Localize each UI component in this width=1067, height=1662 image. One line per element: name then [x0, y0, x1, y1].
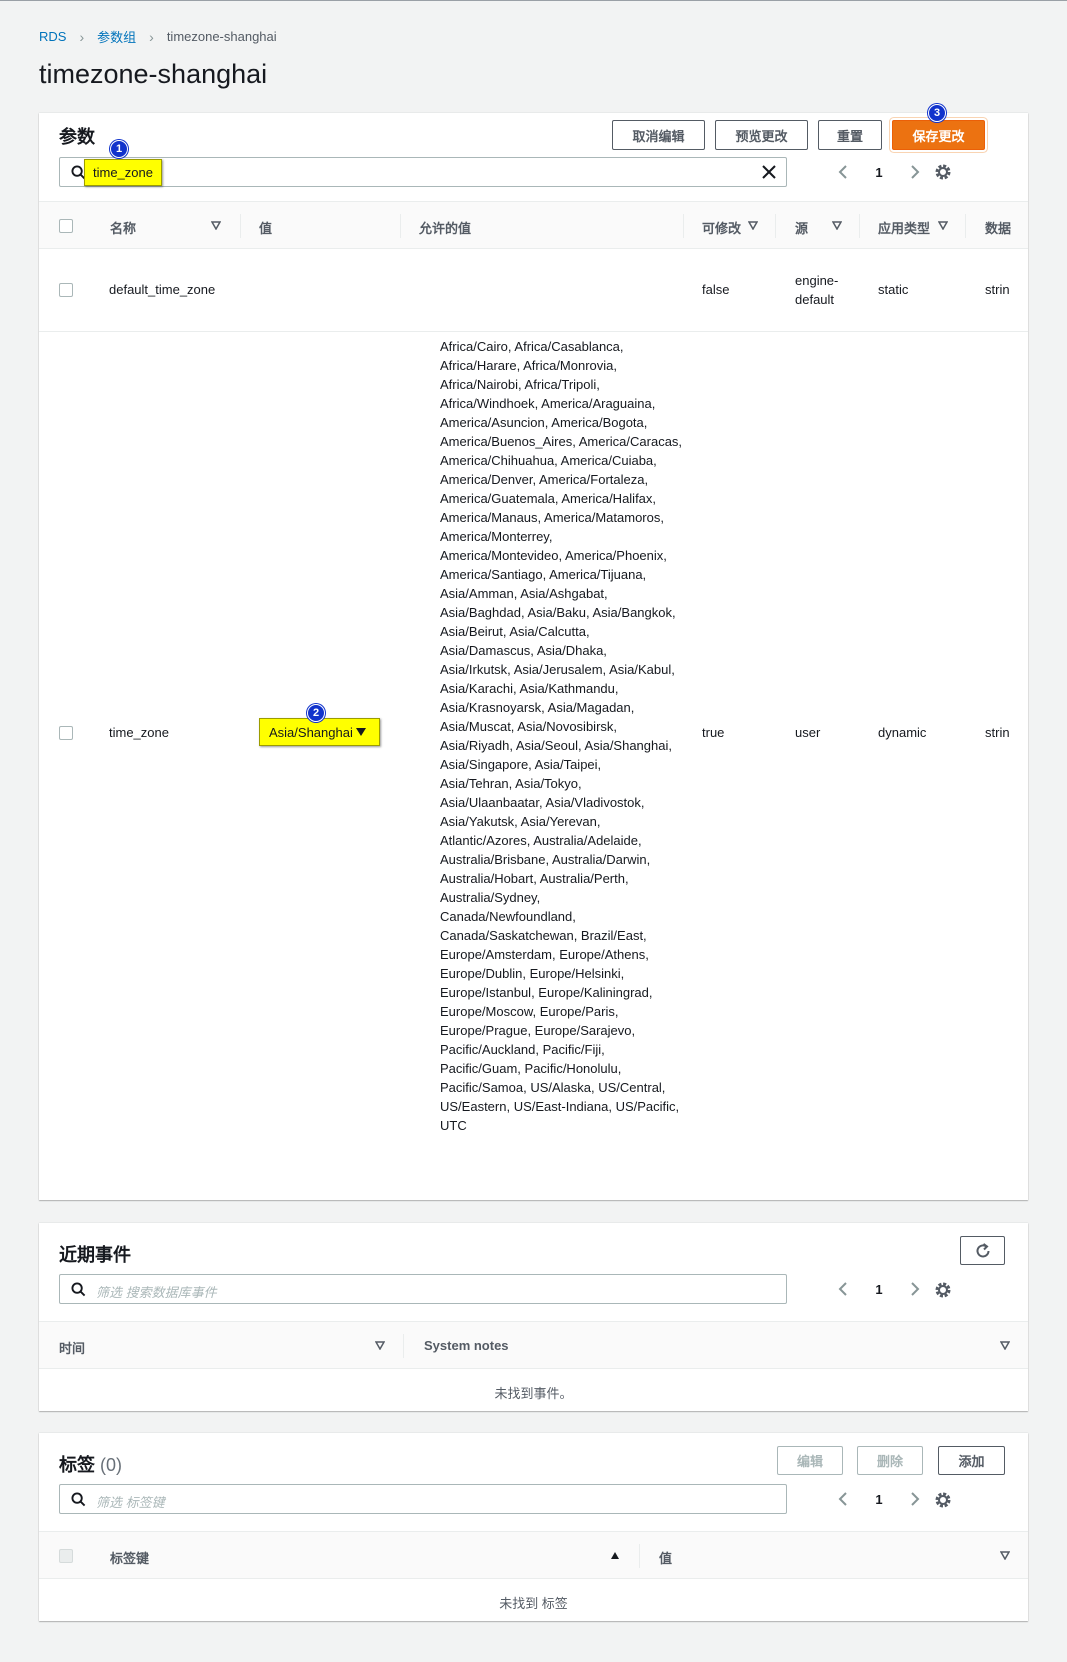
breadcrumb: RDS › 参数组 › timezone-shanghai	[39, 27, 277, 46]
add-tag-button[interactable]: 添加	[938, 1446, 1005, 1475]
param-source-line1: engine-	[795, 273, 839, 288]
column-system-notes[interactable]: System notes	[424, 1338, 509, 1353]
tags-empty-text: 未找到 标签	[499, 1596, 568, 1611]
chevron-left-icon[interactable]	[837, 1491, 849, 1507]
breadcrumb-rds[interactable]: RDS	[39, 29, 66, 44]
events-empty-text: 未找到事件。	[494, 1386, 573, 1401]
delete-tag-button[interactable]: 删除	[857, 1446, 923, 1475]
chevron-right-icon: ›	[149, 28, 154, 45]
annotation-badge-2: 2	[307, 704, 325, 722]
sort-down-icon[interactable]	[211, 221, 221, 230]
sort-down-icon[interactable]	[832, 221, 842, 230]
sort-down-icon[interactable]	[1000, 1551, 1010, 1560]
chevron-right-icon[interactable]	[909, 1281, 921, 1297]
tags-search-placeholder: 筛选 标签键	[96, 1495, 165, 1510]
sort-down-icon[interactable]	[748, 221, 758, 230]
close-icon[interactable]	[761, 164, 777, 180]
gear-icon[interactable]	[934, 1491, 952, 1509]
sort-down-icon[interactable]	[938, 221, 948, 230]
column-apply-type[interactable]: 应用类型	[878, 218, 930, 237]
param-source: user	[795, 725, 821, 740]
tags-panel: 标签 (0) 编辑 删除 添加 筛选 标签键 1 标签键 值 未找到 标签	[39, 1433, 1028, 1621]
events-search-placeholder: 筛选 搜索数据库事件	[96, 1285, 217, 1300]
chevron-left-icon[interactable]	[837, 1281, 849, 1297]
column-tag-value[interactable]: 值	[659, 1548, 672, 1567]
parameters-table-header: 名称 值 允许的值 可修改 源 应用类型 数据	[39, 201, 1028, 249]
edit-tag-button[interactable]: 编辑	[777, 1446, 843, 1475]
search-icon	[71, 1492, 86, 1507]
param-data-type: strin	[985, 725, 1010, 740]
cancel-edit-button[interactable]: 取消编辑	[612, 120, 705, 150]
events-title: 近期事件	[59, 1245, 131, 1265]
pagination: 1	[837, 1281, 921, 1297]
chevron-right-icon[interactable]	[909, 164, 921, 180]
pagination: 1	[837, 164, 921, 180]
refresh-button[interactable]	[960, 1236, 1005, 1265]
param-value-select[interactable]: Asia/Shanghai	[259, 718, 380, 746]
allowed-values-list: Africa/Cairo, Africa/Casablanca, Africa/…	[440, 339, 683, 1133]
reset-button[interactable]: 重置	[818, 120, 882, 150]
sort-down-icon[interactable]	[1000, 1341, 1010, 1350]
preview-changes-button[interactable]: 预览更改	[715, 120, 808, 150]
current-page[interactable]: 1	[849, 165, 909, 180]
sort-down-icon[interactable]	[375, 1341, 385, 1350]
param-data-type: strin	[985, 282, 1010, 297]
sort-up-icon[interactable]	[610, 1551, 620, 1560]
annotation-badge-3: 3	[928, 104, 946, 122]
gear-icon[interactable]	[934, 1281, 952, 1299]
param-apply-type: dynamic	[878, 725, 927, 740]
column-data-type[interactable]: 数据	[985, 218, 1028, 237]
search-value: time_zone	[84, 159, 162, 186]
recent-events-panel: 近期事件 筛选 搜索数据库事件 1 时间 System notes 未找到事件。	[39, 1223, 1028, 1411]
save-changes-button[interactable]: 保存更改	[892, 120, 985, 150]
column-modifiable[interactable]: 可修改	[702, 218, 741, 237]
column-tag-key[interactable]: 标签键	[110, 1548, 149, 1567]
parameters-title: 参数	[59, 127, 95, 147]
param-name: time_zone	[109, 725, 169, 740]
column-name[interactable]: 名称	[110, 218, 136, 237]
pagination: 1	[837, 1491, 921, 1507]
chevron-right-icon[interactable]	[909, 1491, 921, 1507]
breadcrumb-parameter-groups[interactable]: 参数组	[97, 27, 136, 46]
tags-search-input[interactable]: 筛选 标签键	[59, 1484, 787, 1514]
events-table-header: 时间 System notes	[39, 1321, 1028, 1369]
column-allowed-values[interactable]: 允许的值	[419, 218, 471, 237]
current-page[interactable]: 1	[849, 1282, 909, 1297]
parameter-search-input[interactable]: time_zone 1	[59, 140, 787, 187]
tags-table-header: 标签键 值	[39, 1531, 1028, 1579]
tags-count: (0)	[100, 1455, 123, 1475]
current-page[interactable]: 1	[849, 1492, 909, 1507]
select-all-checkbox	[59, 1549, 73, 1563]
param-source-line2: default	[795, 292, 835, 307]
chevron-left-icon[interactable]	[837, 164, 849, 180]
select-all-checkbox[interactable]	[59, 219, 73, 233]
refresh-icon	[976, 1242, 989, 1257]
column-source[interactable]: 源	[795, 218, 808, 237]
column-value[interactable]: 值	[259, 218, 272, 237]
tags-title-text: 标签	[59, 1455, 95, 1475]
page-title: timezone-shanghai	[39, 59, 268, 89]
events-search-input[interactable]: 筛选 搜索数据库事件	[59, 1274, 787, 1304]
param-name: default_time_zone	[109, 282, 216, 297]
tags-title: 标签 (0)	[59, 1451, 122, 1477]
gear-icon[interactable]	[934, 163, 952, 181]
annotation-badge-1: 1	[110, 140, 128, 158]
search-icon	[71, 1282, 86, 1297]
chevron-right-icon: ›	[79, 28, 85, 45]
column-time[interactable]: 时间	[59, 1338, 85, 1357]
param-apply-type: static	[878, 282, 909, 297]
row-checkbox[interactable]	[59, 283, 73, 297]
param-modifiable: false	[702, 282, 730, 297]
row-checkbox[interactable]	[59, 726, 73, 740]
caret-down-icon	[355, 728, 366, 736]
breadcrumb-current: timezone-shanghai	[166, 29, 277, 44]
param-value: Asia/Shanghai	[269, 724, 353, 740]
